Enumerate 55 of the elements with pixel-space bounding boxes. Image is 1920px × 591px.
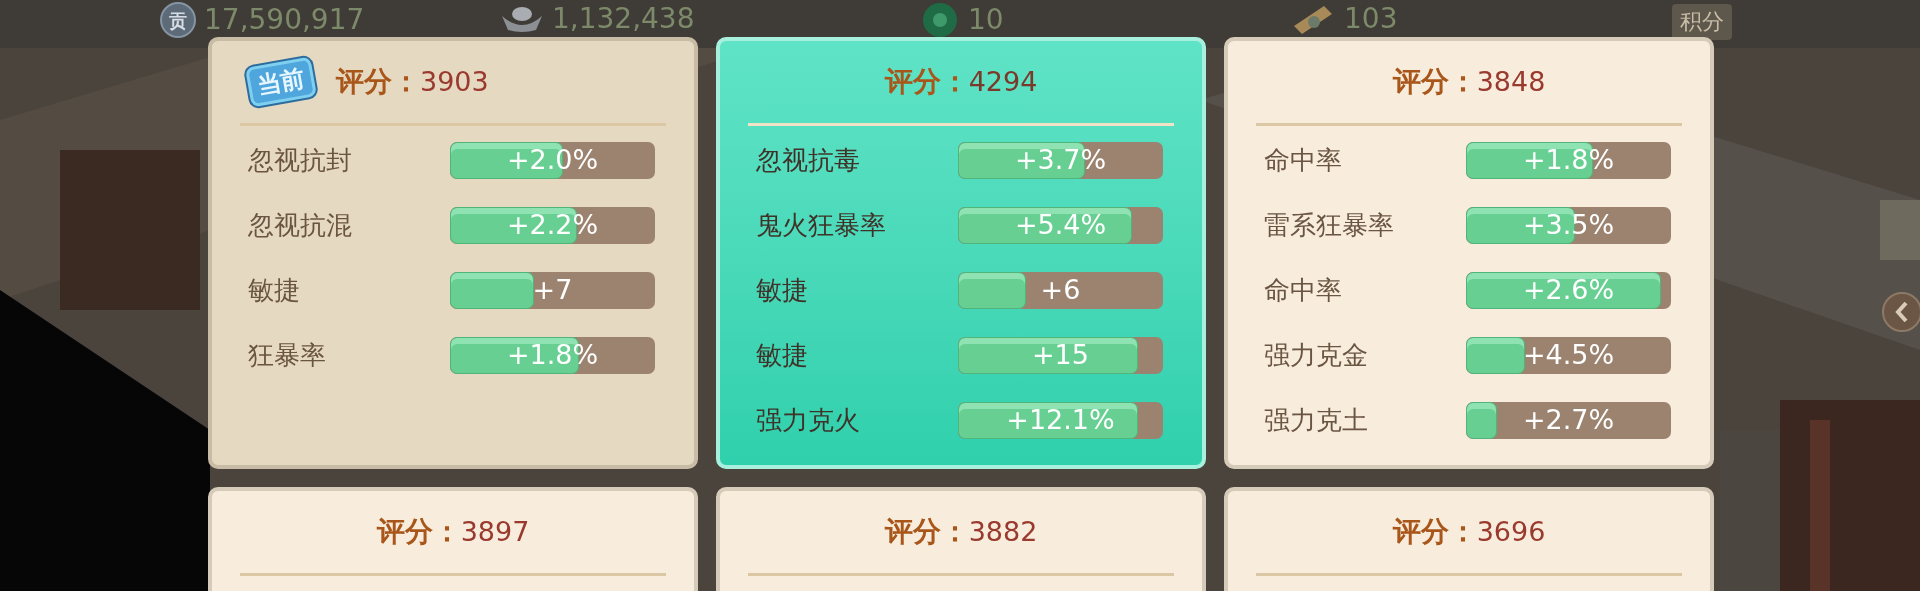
stat-name: 命中率 [1264,144,1343,177]
stat-value: +12.1% [1005,403,1116,438]
stat-name: 忽视抗混 [248,209,353,242]
score-label: 评分： [336,64,420,100]
score-value: 3848 [1476,64,1546,99]
option-card[interactable]: 当前 评分：3903 忽视抗封 +2.0% 忽视抗混 +2.2% 敏捷 +7 狂暴率 +1.8% [208,37,698,469]
stat-value: +3.5% [1521,208,1616,243]
current-badge: 当前 [245,56,317,108]
stat-value: +2.7% [1521,403,1616,438]
stat-name: 雷系狂暴率 [1264,209,1395,242]
ingot-icon [500,4,544,34]
stat-value: +3.7% [1013,143,1108,178]
stat-value: +5.4% [1013,208,1108,243]
score-label: 评分： [1392,514,1477,550]
score-value: 3897 [460,514,530,549]
currency-amount: 10 [968,3,1004,37]
score-value: 3696 [1476,514,1546,549]
stat-value: +15 [1031,338,1090,373]
score-value: 3903 [420,64,489,99]
stat-name: 敏捷 [756,339,809,372]
score-value: 3882 [968,514,1038,549]
stat-name: 狂暴率 [248,339,327,372]
score-label: 评分： [884,514,969,550]
stat-name: 忽视抗封 [248,144,353,177]
currency-amount: 103 [1344,2,1398,36]
stat-name: 敏捷 [248,274,301,307]
stat-name: 敏捷 [756,274,809,307]
stat-value: +2.2% [505,208,600,243]
stat-value: +2.0% [505,143,600,178]
option-card[interactable]: 评分：3848 命中率 +1.8% 雷系狂暴率 +3.5% 命中率 +2.6% 强力克金 +4.5% 强力克土 +2.7% [1224,37,1714,469]
stat-name: 鬼火狂暴率 [756,209,887,242]
currency-amount: 17,590,917 [204,3,365,37]
stat-value: +2.6% [1521,273,1616,308]
stat-value: +1.8% [505,338,600,373]
option-card[interactable]: 评分：3882 [716,487,1206,591]
stat-value: +4.5% [1521,338,1616,373]
stat-name: 忽视抗毒 [756,144,861,177]
stat-name: 命中率 [1264,274,1343,307]
option-card[interactable]: 评分：4294 忽视抗毒 +3.7% 鬼火狂暴率 +5.4% 敏捷 +6 敏捷 +15 强力克火 +12.1% [716,37,1206,469]
stat-name: 强力克金 [1264,339,1369,372]
option-card[interactable]: 评分：3696 [1224,487,1714,591]
jade-icon [920,2,960,38]
score-label: 评分： [1392,64,1477,100]
stat-value: +1.8% [1521,143,1616,178]
option-card[interactable]: 评分：3897 [208,487,698,591]
score-label: 评分： [376,514,461,550]
stat-value: +7 [531,273,574,308]
score-label: 评分： [884,64,969,100]
score-value: 4294 [968,64,1038,99]
chevron-left-icon [1894,301,1910,323]
points-button[interactable]: 积分 [1672,4,1732,40]
stat-name: 强力克土 [1264,404,1369,437]
stat-name: 强力克火 [756,404,861,437]
stat-value: +6 [1039,273,1082,308]
currency-amount: 1,132,438 [552,2,695,36]
